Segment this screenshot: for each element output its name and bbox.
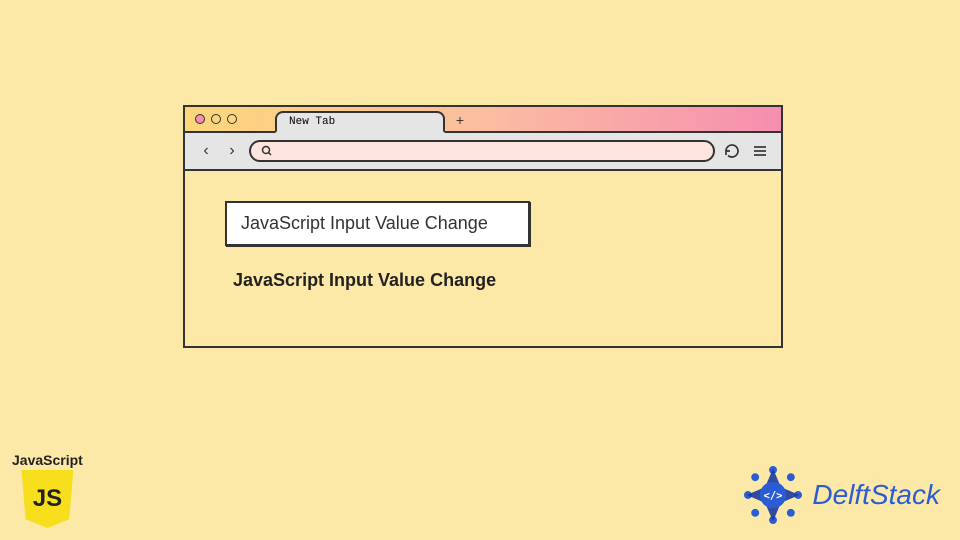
plus-icon: + [456,112,464,128]
chevron-left-icon: ‹ [203,142,208,160]
maximize-icon[interactable] [227,114,237,124]
input-value: JavaScript Input Value Change [241,213,488,233]
delftstack-logo: </> DelftStack [740,462,940,528]
browser-tab[interactable]: New Tab [275,111,445,133]
content-area: JavaScript Input Value Change JavaScript… [185,171,781,346]
chevron-right-icon: › [229,142,234,160]
tab-label: New Tab [289,116,335,128]
javascript-logo: JavaScript JS [12,452,83,528]
toolbar: ‹ › [185,133,781,171]
title-bar: New Tab + [185,107,781,133]
hamburger-icon [752,143,768,159]
js-logo-label: JavaScript [12,452,83,468]
browser-window: New Tab + ‹ › [183,105,783,348]
delftstack-label: DelftStack [812,479,940,511]
refresh-icon [724,143,740,159]
delftstack-badge-icon: </> [740,462,806,528]
close-icon[interactable] [195,114,205,124]
refresh-button[interactable] [723,142,741,160]
address-bar[interactable] [249,140,715,162]
minimize-icon[interactable] [211,114,221,124]
search-icon [261,145,273,157]
svg-text:</>: </> [764,490,783,502]
menu-button[interactable] [751,142,769,160]
forward-button[interactable]: › [223,140,241,162]
window-controls [195,114,237,124]
new-tab-button[interactable]: + [451,111,469,129]
back-button[interactable]: ‹ [197,140,215,162]
output-text: JavaScript Input Value Change [233,270,741,291]
js-shield-icon: JS [21,470,73,528]
toolbar-right [723,142,769,160]
text-input[interactable]: JavaScript Input Value Change [225,201,530,246]
